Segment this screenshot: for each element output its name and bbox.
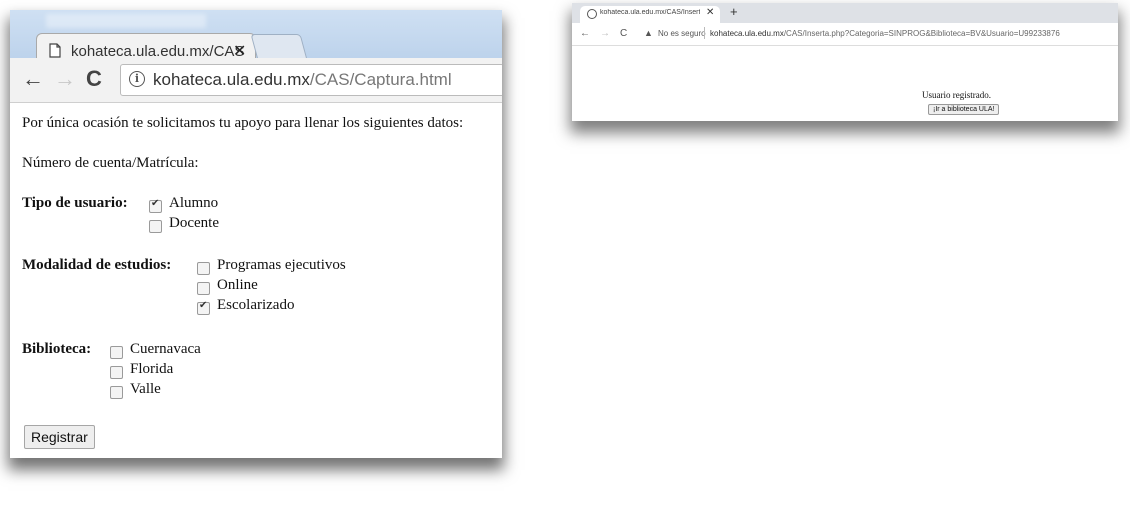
checkbox-docente[interactable] xyxy=(149,220,162,233)
option-programas-ejecutivos-label: Programas ejecutivos xyxy=(217,257,346,273)
info-icon[interactable]: i xyxy=(129,71,145,87)
url-path: /CAS/Captura.html xyxy=(309,70,452,89)
checkbox-online[interactable] xyxy=(197,282,210,295)
inserta-browser-window: kohateca.ula.edu.mx/CAS/Inserta ✕ + ← → … xyxy=(572,3,1118,121)
checkbox-florida[interactable] xyxy=(110,366,123,379)
forward-arrow-icon[interactable]: → xyxy=(54,68,76,90)
back-arrow-icon[interactable]: ← xyxy=(580,28,590,39)
option-valle-label: Valle xyxy=(130,381,161,397)
registrar-button[interactable]: Registrar xyxy=(24,425,95,449)
account-number-label: Número de cuenta/Matrícula: xyxy=(22,155,199,171)
option-docente-label: Docente xyxy=(169,215,219,231)
go-to-library-button[interactable]: ¡Ir a biblioteca ULA! xyxy=(928,104,1000,115)
close-tab-icon[interactable]: ✕ xyxy=(706,7,714,18)
captura-browser-window: kohateca.ula.edu.mx/CAS ✕ ← → C i kohate… xyxy=(10,10,502,458)
checkbox-cuernavaca[interactable] xyxy=(110,346,123,359)
url-text[interactable]: kohateca.ula.edu.mx/CAS/Inserta.php?Cate… xyxy=(710,29,1060,38)
tab-title: kohateca.ula.edu.mx/CAS/Inserta xyxy=(600,9,700,16)
registered-message: Usuario registrado. xyxy=(922,90,991,100)
browser-toolbar: ← → C i kohateca.ula.edu.mx/CAS/Captura.… xyxy=(10,58,502,103)
url-text: kohateca.ula.edu.mx/CAS/Captura.html xyxy=(153,70,452,90)
reload-icon[interactable]: C xyxy=(620,28,627,39)
warning-icon[interactable]: ▲ xyxy=(644,28,653,38)
back-arrow-icon[interactable]: ← xyxy=(22,68,44,90)
globe-icon xyxy=(587,9,597,19)
url-host: kohateca.ula.edu.mx xyxy=(153,70,310,89)
tipo-usuario-label: Tipo de usuario: xyxy=(22,195,128,211)
option-florida-label: Florida xyxy=(130,361,174,377)
url-path: /CAS/Inserta.php?Categoria=SINPROG&Bibli… xyxy=(783,29,1060,38)
biblioteca-label: Biblioteca: xyxy=(22,341,92,357)
intro-text: Por única ocasión te solicitamos tu apoy… xyxy=(22,115,464,131)
modalidad-label: Modalidad de estudios: xyxy=(22,257,172,273)
tab-inserta[interactable]: kohateca.ula.edu.mx/CAS/Inserta ✕ xyxy=(580,6,720,23)
new-tab-plus-icon[interactable]: + xyxy=(730,4,738,19)
tab-strip: kohateca.ula.edu.mx/CAS/Inserta ✕ + xyxy=(572,3,1118,23)
browser-toolbar: ← → C ▲ No es seguro kohateca.ula.edu.mx… xyxy=(572,23,1118,46)
option-alumno-label: Alumno xyxy=(169,195,219,211)
forward-arrow-icon[interactable]: → xyxy=(600,28,610,39)
address-separator xyxy=(704,27,705,39)
address-bar[interactable]: i kohateca.ula.edu.mx/CAS/Captura.html xyxy=(120,64,502,96)
option-escolarizado-label: Escolarizado xyxy=(217,297,295,313)
new-tab-button[interactable] xyxy=(250,34,308,60)
blurred-window-title xyxy=(46,14,206,28)
checkbox-programas-ejecutivos[interactable] xyxy=(197,262,210,275)
checkbox-valle[interactable] xyxy=(110,386,123,399)
option-online-label: Online xyxy=(217,277,258,293)
url-host: kohateca.ula.edu.mx xyxy=(710,29,784,38)
not-secure-label[interactable]: No es seguro xyxy=(658,29,706,38)
checkbox-escolarizado[interactable] xyxy=(197,300,210,315)
reload-icon[interactable]: C xyxy=(86,68,102,90)
checkbox-alumno[interactable] xyxy=(149,198,162,213)
option-cuernavaca-label: Cuernavaca xyxy=(130,341,201,357)
